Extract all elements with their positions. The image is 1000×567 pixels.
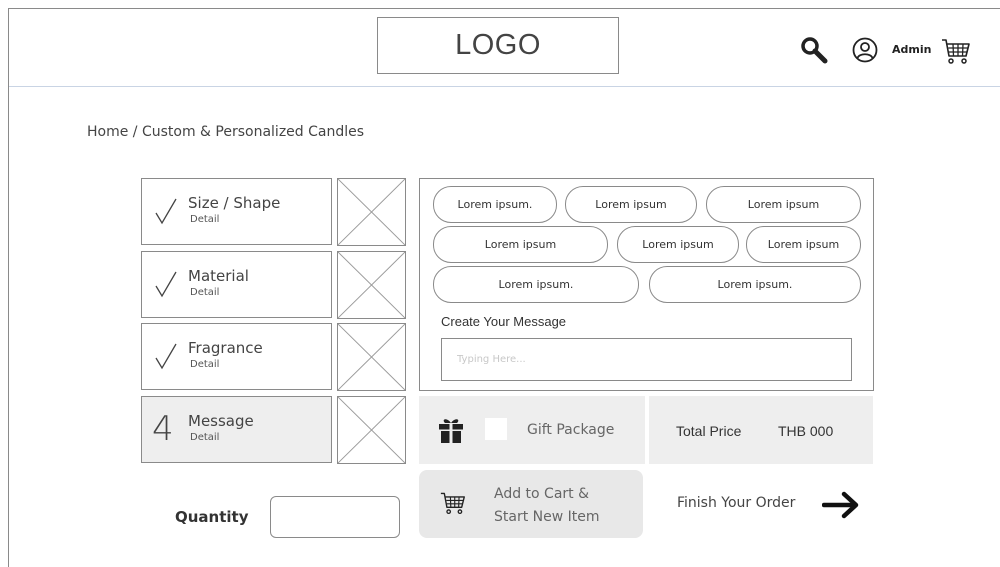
add-to-cart-label: Start New Item: [494, 509, 600, 525]
option-chip[interactable]: Lorem ipsum: [617, 226, 739, 263]
step-detail: Detail: [190, 287, 220, 298]
step-material[interactable]: Material Detail: [141, 251, 332, 318]
cart-icon: [440, 492, 465, 515]
user-icon[interactable]: [852, 37, 878, 63]
option-chip[interactable]: Lorem ipsum: [565, 186, 697, 223]
breadcrumb[interactable]: Home / Custom & Personalized Candles: [87, 124, 364, 140]
admin-label[interactable]: Admin: [892, 43, 931, 56]
step-title: Size / Shape: [188, 194, 281, 212]
gift-package-checkbox[interactable]: [485, 418, 507, 440]
image-placeholder: [337, 323, 406, 391]
quantity-label: Quantity: [175, 508, 249, 526]
step-detail: Detail: [190, 214, 220, 225]
gift-icon: [439, 419, 463, 443]
option-chip[interactable]: Lorem ipsum.: [433, 186, 557, 223]
step-number: 4: [152, 409, 174, 449]
logo-text: LOGO: [455, 29, 541, 61]
finish-order-link[interactable]: Finish Your Order: [677, 495, 795, 511]
step-title: Fragrance: [188, 339, 263, 357]
step-message[interactable]: 4 Message Detail: [141, 396, 332, 463]
checkmark-icon: [155, 271, 177, 298]
step-size-shape[interactable]: Size / Shape Detail: [141, 178, 332, 245]
add-to-cart-label: Add to Cart &: [494, 486, 590, 502]
logo[interactable]: LOGO: [377, 17, 619, 74]
option-chip[interactable]: Lorem ipsum.: [433, 266, 639, 303]
quantity-input[interactable]: [270, 496, 400, 538]
cart-icon[interactable]: [941, 36, 971, 66]
message-input[interactable]: [441, 338, 852, 381]
step-fragrance[interactable]: Fragrance Detail: [141, 323, 332, 390]
header-divider: [9, 86, 1000, 87]
step-detail: Detail: [190, 432, 220, 443]
step-title: Message: [188, 412, 254, 430]
option-chip[interactable]: Lorem ipsum: [706, 186, 861, 223]
option-chip[interactable]: Lorem ipsum: [746, 226, 861, 263]
image-placeholder: [337, 396, 406, 464]
checkmark-icon: [155, 198, 177, 225]
total-price-label: Total Price: [676, 423, 742, 439]
gift-package-label[interactable]: Gift Package: [527, 422, 614, 438]
image-placeholder: [337, 251, 406, 319]
step-detail: Detail: [190, 359, 220, 370]
step-title: Material: [188, 267, 249, 285]
option-chip[interactable]: Lorem ipsum.: [649, 266, 861, 303]
total-price-value: THB 000: [778, 423, 834, 439]
arrow-right-icon[interactable]: [822, 490, 860, 520]
search-icon[interactable]: [799, 35, 829, 65]
message-label: Create Your Message: [441, 314, 567, 329]
checkmark-icon: [155, 343, 177, 370]
option-chip[interactable]: Lorem ipsum: [433, 226, 608, 263]
image-placeholder: [337, 178, 406, 246]
